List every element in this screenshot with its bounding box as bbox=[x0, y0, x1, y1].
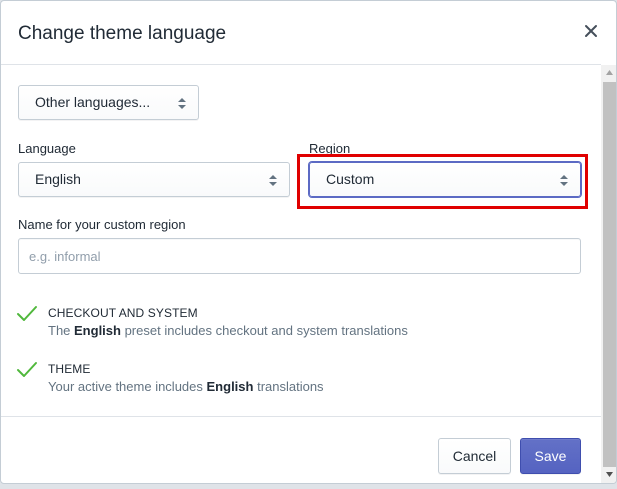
custom-region-input[interactable] bbox=[18, 238, 581, 274]
scroll-down-arrow-icon[interactable] bbox=[605, 470, 614, 478]
custom-region-label: Name for your custom region bbox=[18, 217, 186, 232]
dialog-title: Change theme language bbox=[18, 23, 227, 44]
scroll-up-arrow-icon[interactable] bbox=[605, 69, 614, 77]
checkmark-icon bbox=[17, 306, 37, 321]
region-highlight-box bbox=[297, 154, 588, 209]
scrollbar[interactable] bbox=[601, 65, 616, 483]
save-button[interactable]: Save bbox=[520, 438, 581, 474]
other-languages-value: Other languages... bbox=[35, 94, 151, 110]
dialog-header: Change theme language bbox=[1, 1, 601, 65]
checkout-system-title: CHECKOUT AND SYSTEM bbox=[48, 306, 198, 320]
theme-description: Your active theme includes English trans… bbox=[48, 379, 324, 394]
scrollbar-thumb[interactable] bbox=[603, 82, 616, 467]
language-select[interactable]: English bbox=[18, 162, 290, 197]
language-label: Language bbox=[18, 141, 76, 156]
close-button[interactable] bbox=[581, 21, 601, 41]
select-arrows-icon bbox=[269, 175, 277, 186]
language-value: English bbox=[35, 171, 81, 187]
dialog-footer: Cancel Save bbox=[1, 416, 601, 483]
checkmark-icon bbox=[17, 362, 37, 377]
theme-title: THEME bbox=[48, 362, 91, 376]
close-icon bbox=[585, 25, 597, 37]
checkout-system-description: The English preset includes checkout and… bbox=[48, 323, 408, 338]
select-arrows-icon bbox=[178, 98, 186, 109]
cancel-button[interactable]: Cancel bbox=[438, 438, 511, 474]
other-languages-select[interactable]: Other languages... bbox=[18, 85, 199, 120]
change-theme-language-dialog: Change theme language Other languages...… bbox=[0, 0, 617, 484]
